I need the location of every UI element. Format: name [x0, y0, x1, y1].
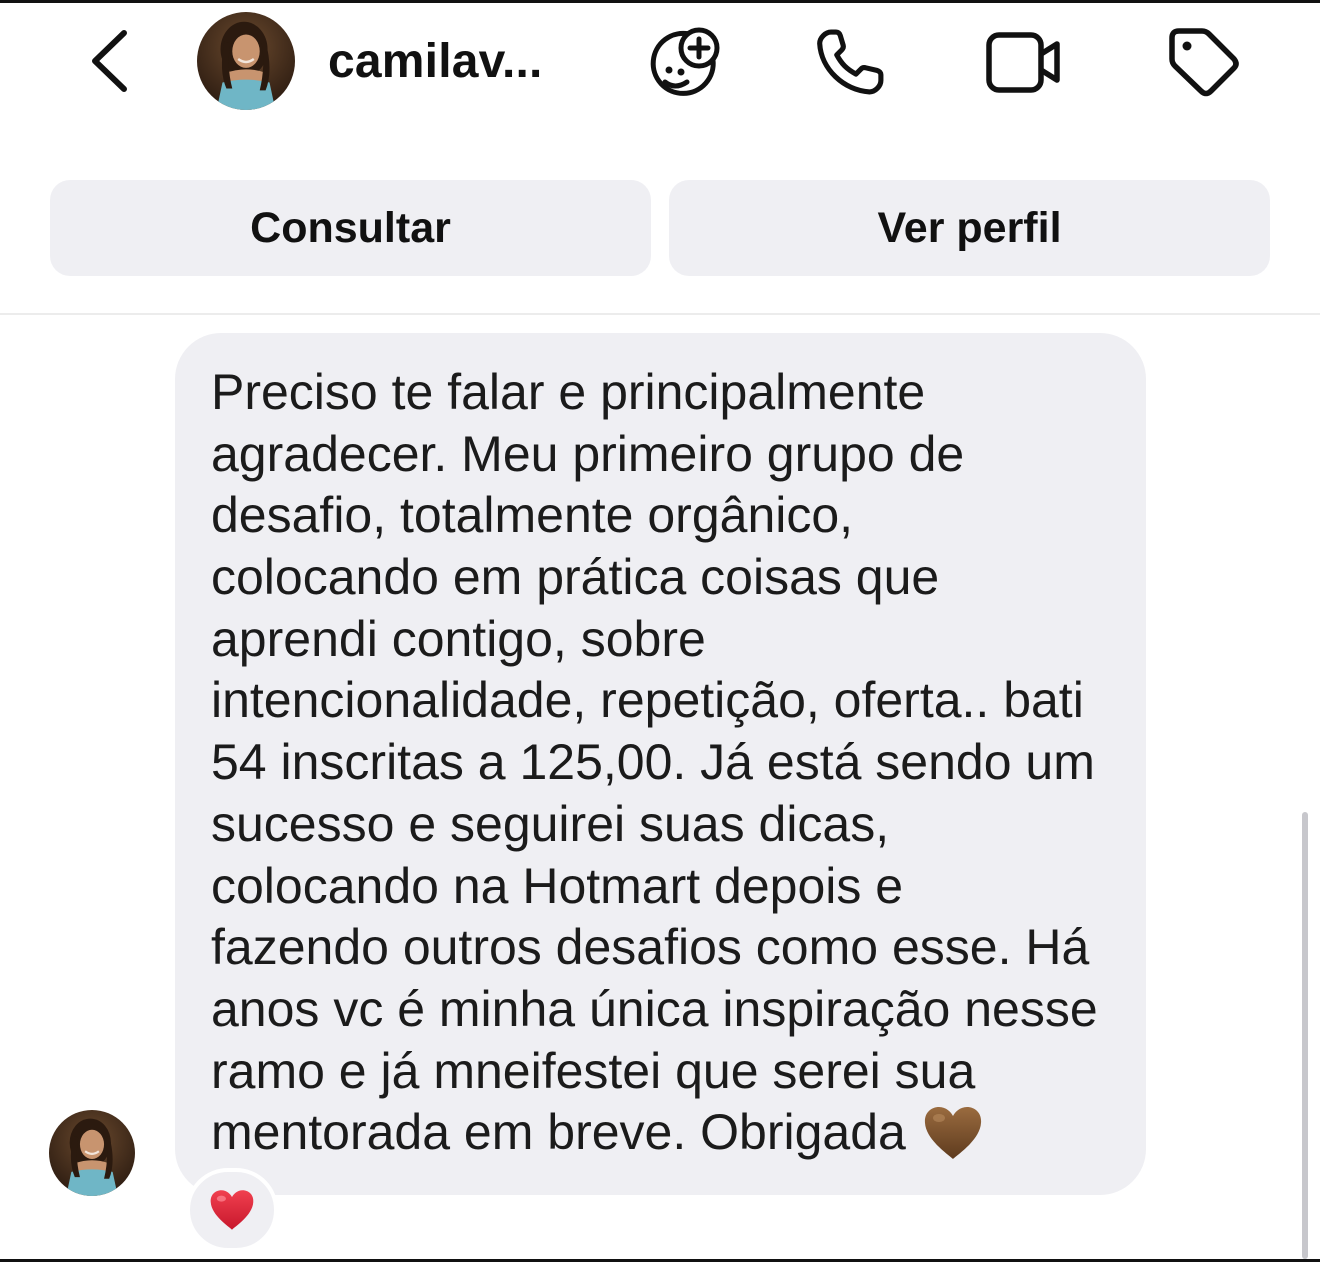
message-line: fazendo outros desafios como esse. Há: [211, 919, 1090, 976]
message-line: 54 inscritas a 125,00. Já está sendo um: [211, 734, 1095, 791]
video-camera-icon: [986, 32, 1060, 93]
message-line: colocando em prática coisas que: [211, 549, 940, 606]
profile-photo: [49, 1110, 135, 1196]
message-line: colocando na Hotmart depois e: [211, 857, 904, 914]
tag-button[interactable]: [1164, 26, 1242, 100]
voice-call-button[interactable]: [814, 26, 888, 98]
profile-photo: [197, 12, 295, 110]
sender-avatar[interactable]: [49, 1110, 135, 1196]
phone-icon: [817, 29, 884, 95]
screen-top-edge: [0, 0, 1320, 3]
sticker-button[interactable]: [645, 22, 725, 102]
message-line-last: mentorada em breve. Obrigada: [211, 1102, 1126, 1164]
message-bubble[interactable]: Preciso te falar e principalmente agrade…: [175, 333, 1146, 1195]
red-heart-emoji: [210, 1190, 254, 1230]
view-profile-button[interactable]: Ver perfil: [669, 180, 1270, 276]
message-line: anos vc é minha única inspiração nesse: [211, 980, 1098, 1037]
message-reaction[interactable]: [186, 1168, 278, 1252]
message-line: aprendi contigo, sobre: [211, 610, 706, 667]
message-line: ramo e já mneifestei que serei sua: [211, 1042, 976, 1099]
video-call-button[interactable]: [984, 30, 1064, 94]
consult-button[interactable]: Consultar: [50, 180, 651, 276]
header-divider: [0, 313, 1320, 315]
message-line: sucesso e seguirei suas dicas,: [211, 795, 890, 852]
tag-icon: [1169, 28, 1239, 97]
username[interactable]: camilav...: [328, 34, 543, 90]
view-profile-button-label: Ver perfil: [877, 203, 1062, 252]
message-line: desafio, totalmente orgânico,: [211, 487, 854, 544]
message-line: Preciso te falar e principalmente: [211, 364, 926, 420]
message-line: agradecer. Meu primeiro grupo de: [211, 425, 965, 482]
sticker-add-icon: [650, 27, 720, 96]
header-avatar[interactable]: [197, 12, 295, 110]
scrollbar[interactable]: [1302, 812, 1308, 1259]
chevron-left-icon: [92, 30, 127, 92]
consult-button-label: Consultar: [250, 203, 451, 252]
message-line: intencionalidade, repetição, oferta.. ba…: [211, 672, 1084, 729]
brown-heart-emoji: [922, 1104, 984, 1162]
back-button[interactable]: [86, 28, 134, 94]
message-line: mentorada em breve. Obrigada: [211, 1104, 906, 1161]
